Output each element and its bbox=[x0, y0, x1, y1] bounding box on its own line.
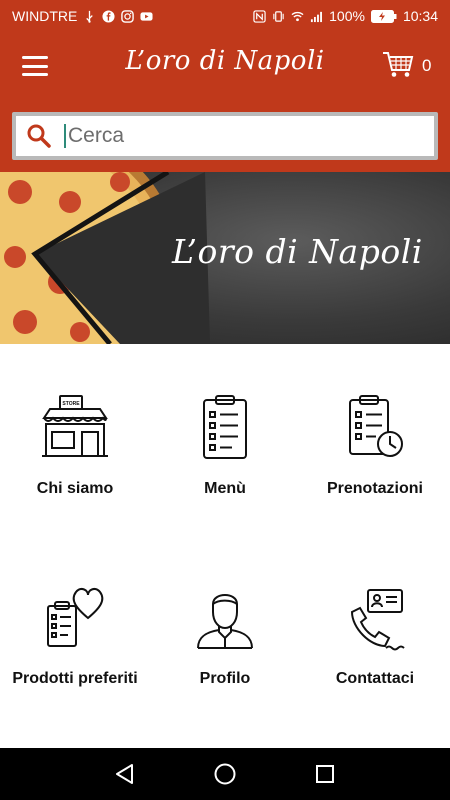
nfc-icon bbox=[253, 9, 266, 23]
menu-label: Chi siamo bbox=[36, 480, 114, 497]
home-icon[interactable] bbox=[213, 762, 237, 786]
signal-icon bbox=[311, 11, 323, 22]
facebook-icon bbox=[102, 9, 115, 23]
wifi-icon bbox=[291, 11, 304, 21]
battery-percent: 100% bbox=[329, 8, 365, 24]
app-header: L’oro di Napoli 0 bbox=[0, 32, 450, 100]
checklist-clock-icon bbox=[349, 395, 403, 457]
vibrate-icon bbox=[273, 10, 284, 22]
search-input[interactable] bbox=[64, 124, 404, 148]
battery-icon bbox=[370, 9, 397, 23]
menu-label: Prenotazioni bbox=[326, 480, 423, 497]
status-bar: WINDTRE 100% 10:34 bbox=[0, 0, 450, 32]
home-menu-grid: STORE Chi siamo Menù Prenotazioni Prodot… bbox=[0, 344, 450, 748]
menu-item-menu[interactable]: Menù bbox=[150, 344, 300, 534]
cart-icon[interactable] bbox=[382, 48, 414, 80]
search-bar bbox=[0, 100, 450, 172]
banner-title: L’oro di Napoli bbox=[172, 232, 423, 271]
menu-label: Profilo bbox=[199, 670, 251, 687]
recent-apps-icon[interactable] bbox=[313, 762, 337, 786]
system-nav-bar bbox=[0, 748, 450, 800]
menu-label: Contattaci bbox=[335, 670, 415, 687]
back-icon[interactable] bbox=[113, 762, 137, 786]
menu-label: Prodotti preferiti bbox=[12, 670, 138, 687]
status-right: 100% 10:34 bbox=[253, 8, 438, 24]
checklist-heart-icon bbox=[47, 588, 104, 647]
menu-item-prenotazioni[interactable]: Prenotazioni bbox=[300, 344, 450, 534]
instagram-icon bbox=[121, 9, 135, 23]
hero-banner: L’oro di Napoli bbox=[0, 172, 450, 344]
search-icon bbox=[27, 124, 51, 148]
menu-label: Menù bbox=[204, 480, 246, 497]
phone-contact-icon bbox=[350, 589, 405, 651]
search-box[interactable] bbox=[12, 112, 438, 160]
checklist-icon bbox=[203, 395, 247, 459]
status-left: WINDTRE bbox=[12, 8, 153, 24]
store-icon: STORE bbox=[42, 395, 108, 457]
user-icon bbox=[197, 594, 253, 649]
youtube-icon bbox=[140, 11, 153, 21]
menu-item-chi-siamo[interactable]: STORE Chi siamo bbox=[0, 344, 150, 534]
menu-item-prodotti-preferiti[interactable]: Prodotti preferiti bbox=[0, 534, 150, 724]
clock: 10:34 bbox=[402, 8, 438, 24]
menu-item-contattaci[interactable]: Contattaci bbox=[300, 534, 450, 724]
cart-count: 0 bbox=[422, 56, 432, 75]
usb-icon bbox=[86, 10, 94, 23]
menu-item-profilo[interactable]: Profilo bbox=[150, 534, 300, 724]
carrier-label: WINDTRE bbox=[12, 8, 78, 24]
svg-text:STORE: STORE bbox=[62, 401, 80, 407]
